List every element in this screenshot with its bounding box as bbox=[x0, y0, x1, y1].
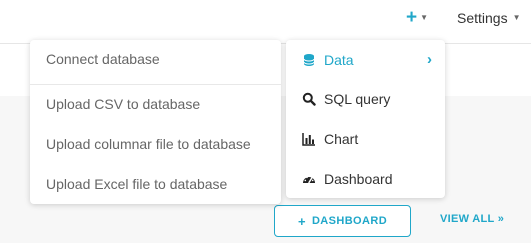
add-dashboard-label: DASHBOARD bbox=[311, 215, 388, 227]
new-menu-dropdown: Data › SQL query Chart Dashboard bbox=[286, 40, 445, 198]
upload-columnar-item[interactable]: Upload columnar file to database bbox=[46, 136, 251, 152]
settings-menu-toggle[interactable]: Settings ▼ bbox=[457, 8, 521, 28]
data-submenu: Connect database Upload CSV to database … bbox=[30, 40, 281, 204]
menu-item-chart[interactable]: Chart bbox=[302, 129, 432, 149]
menu-item-dashboard[interactable]: Dashboard bbox=[302, 169, 432, 189]
database-icon bbox=[303, 54, 315, 66]
menu-item-data[interactable]: Data › bbox=[302, 50, 432, 70]
bar-chart-icon bbox=[302, 133, 315, 146]
view-all-link[interactable]: VIEW ALL » bbox=[440, 213, 504, 229]
menu-item-label: Dashboard bbox=[324, 171, 393, 187]
upload-excel-item[interactable]: Upload Excel file to database bbox=[46, 176, 227, 192]
new-menu-toggle[interactable]: + ▼ bbox=[406, 8, 428, 28]
menu-item-label: Chart bbox=[324, 131, 359, 147]
top-navbar: + ▼ Settings ▼ bbox=[0, 0, 531, 44]
menu-item-label: SQL query bbox=[324, 91, 391, 107]
plus-icon: + bbox=[297, 213, 306, 229]
settings-label: Settings bbox=[457, 10, 508, 26]
connect-database-item[interactable]: Connect database bbox=[46, 51, 160, 67]
dashboard-gauge-icon bbox=[303, 176, 315, 184]
caret-down-icon: ▼ bbox=[512, 13, 521, 22]
plus-icon: + bbox=[406, 7, 418, 28]
caret-down-icon: ▼ bbox=[420, 13, 429, 22]
menu-item-sql-query[interactable]: SQL query bbox=[302, 89, 432, 109]
search-icon bbox=[302, 92, 316, 106]
chevron-right-icon: › bbox=[427, 51, 432, 68]
add-dashboard-button[interactable]: + DASHBOARD bbox=[274, 205, 411, 237]
upload-csv-item[interactable]: Upload CSV to database bbox=[46, 96, 200, 112]
menu-divider bbox=[30, 84, 281, 85]
menu-item-label: Data bbox=[324, 52, 354, 68]
